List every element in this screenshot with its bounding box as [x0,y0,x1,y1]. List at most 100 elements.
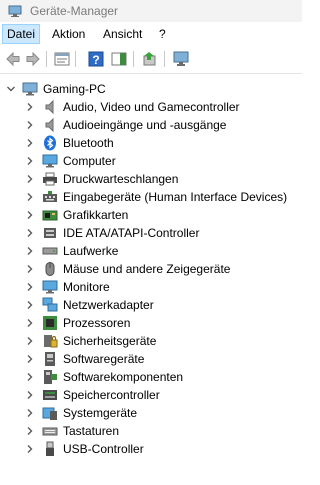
tree-item-software-components[interactable]: Softwarekomponenten [0,368,302,386]
tree-item-system[interactable]: Systemgeräte [0,404,302,422]
tree-item-label: Eingabegeräte (Human Interface Devices) [63,190,288,204]
chevron-right-icon[interactable] [25,354,35,364]
update-driver-icon[interactable] [141,50,159,68]
drive-icon [42,243,58,259]
speaker-icon [42,117,58,133]
chevron-right-icon[interactable] [25,174,35,184]
keyboard-icon [42,423,58,439]
chevron-right-icon[interactable] [25,120,35,130]
tree-item-label: Bluetooth [63,136,114,150]
chevron-right-icon[interactable] [25,426,35,436]
tree-item-keyboards[interactable]: Tastaturen [0,422,302,440]
tree-item-label: Softwarekomponenten [63,370,184,384]
tree-item-label: Druckwarteschlangen [63,172,179,186]
monitor-icon [42,279,58,295]
speaker-icon [42,99,58,115]
properties-icon[interactable] [53,50,71,68]
menu-help[interactable]: ? [155,24,170,44]
tree-item-graphics[interactable]: Grafikkarten [0,206,302,224]
back-arrow-icon[interactable] [4,50,22,68]
tree-item-label: Systemgeräte [63,406,138,420]
toolbar-separator [46,51,47,67]
tree-item-label: Audio, Video und Gamecontroller [63,100,240,114]
tree-item-label: Monitore [63,280,110,294]
action-pane-icon[interactable] [110,50,128,68]
tree-item-label: Netzwerkadapter [63,298,154,312]
device-manager-app-icon [8,4,22,18]
storage-controller-icon [42,387,58,403]
tree-item-processors[interactable]: Prozessoren [0,314,302,332]
monitor-icon [42,153,58,169]
tree-item-audio-io[interactable]: Audioeingänge und -ausgänge [0,116,302,134]
network-adapter-icon [42,297,58,313]
system-device-icon [42,405,58,421]
tree-item-label: Computer [63,154,116,168]
chevron-right-icon[interactable] [25,300,35,310]
tree-item-label: USB-Controller [63,442,144,456]
tree-item-print-queues[interactable]: Druckwarteschlangen [0,170,302,188]
chevron-right-icon[interactable] [25,138,35,148]
tree-item-label: Sicherheitsgeräte [63,334,157,348]
tree-item-monitors[interactable]: Monitore [0,278,302,296]
tree-item-hid[interactable]: Eingabegeräte (Human Interface Devices) [0,188,302,206]
tree-item-security[interactable]: Sicherheitsgeräte [0,332,302,350]
tree-item-label: Speichercontroller [63,388,160,402]
chevron-right-icon[interactable] [25,228,35,238]
tree-item-label: Mäuse und andere Zeigegeräte [63,262,231,276]
window-title: Geräte-Manager [30,4,119,18]
menu-aktion[interactable]: Aktion [48,24,89,44]
chevron-right-icon[interactable] [25,282,35,292]
menu-bar: Datei Aktion Ansicht ? [0,24,302,44]
tree-item-usb[interactable]: USB-Controller [0,440,302,458]
chevron-right-icon[interactable] [25,372,35,382]
forward-arrow-icon[interactable] [24,50,42,68]
chevron-right-icon[interactable] [25,210,35,220]
chevron-right-icon[interactable] [25,102,35,112]
chevron-right-icon[interactable] [25,390,35,400]
tree-item-ide[interactable]: IDE ATA/ATAPI-Controller [0,224,302,242]
toolbar: ? [0,46,302,74]
scan-hardware-icon[interactable] [172,50,190,68]
graphics-card-icon [42,207,58,223]
menu-ansicht[interactable]: Ansicht [99,24,146,44]
security-device-icon [42,333,58,349]
tree-item-computer[interactable]: Computer [0,152,302,170]
tree-item-label: IDE ATA/ATAPI-Controller [63,226,200,240]
chevron-right-icon[interactable] [25,156,35,166]
tree-item-bluetooth[interactable]: Bluetooth [0,134,302,152]
computer-icon [22,81,38,97]
toolbar-separator [75,51,76,67]
svg-text:?: ? [92,53,99,67]
tree-item-audio-video[interactable]: Audio, Video und Gamecontroller [0,98,302,116]
help-icon[interactable]: ? [87,50,105,68]
tree-item-label: Softwaregeräte [63,352,145,366]
tree-item-label: Grafikkarten [63,208,129,222]
chevron-right-icon[interactable] [25,192,35,202]
title-bar: Geräte-Manager [0,0,302,22]
chevron-right-icon[interactable] [25,246,35,256]
tree-item-label: Audioeingänge und -ausgänge [63,118,227,132]
chevron-right-icon[interactable] [25,336,35,346]
toolbar-separator [133,51,134,67]
processor-icon [42,315,58,331]
chevron-down-icon[interactable] [6,84,16,94]
menu-datei[interactable]: Datei [2,24,41,44]
chevron-right-icon[interactable] [25,444,35,454]
chevron-right-icon[interactable] [25,318,35,328]
tree-root[interactable]: Gaming-PC [0,80,302,98]
tree-item-drives[interactable]: Laufwerke [0,242,302,260]
hid-icon [42,189,58,205]
tree-item-software-devices[interactable]: Softwaregeräte [0,350,302,368]
chevron-right-icon[interactable] [25,408,35,418]
tree-item-mice[interactable]: Mäuse und andere Zeigegeräte [0,260,302,278]
tree-item-label: Prozessoren [63,316,131,330]
tree-item-network[interactable]: Netzwerkadapter [0,296,302,314]
tree-root-label: Gaming-PC [43,82,106,96]
tree-item-storage[interactable]: Speichercontroller [0,386,302,404]
printer-icon [42,171,58,187]
bluetooth-icon [42,135,58,151]
tree-item-label: Tastaturen [63,424,120,438]
chevron-right-icon[interactable] [25,264,35,274]
mouse-icon [42,261,58,277]
software-device-icon [42,351,58,367]
